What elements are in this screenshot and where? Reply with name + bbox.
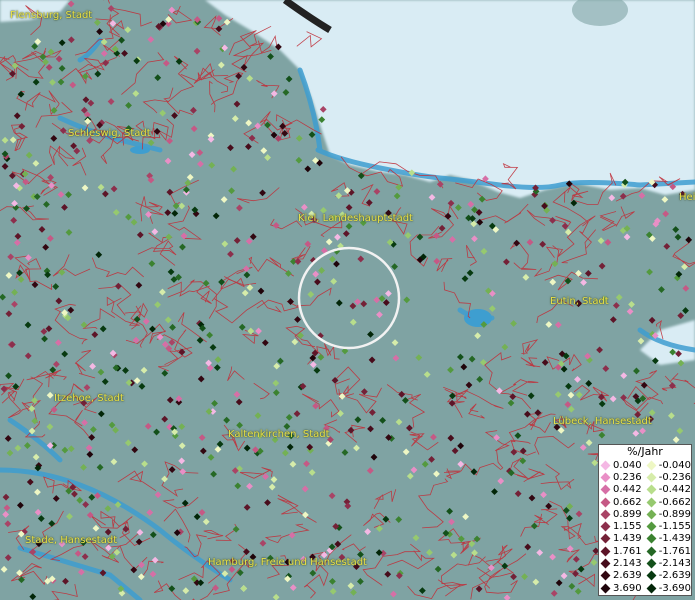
legend-entry: 1.439: [600, 533, 645, 545]
legend-label: 3.690: [613, 582, 642, 594]
legend-swatch: [600, 533, 611, 544]
legend-label: -1.761: [658, 545, 691, 557]
legend-label: -1.439: [658, 533, 691, 545]
legend-swatch: [600, 484, 611, 495]
legend-entry: 0.442: [600, 484, 645, 496]
legend-swatch: [646, 546, 657, 557]
legend-entry: 3.690: [600, 582, 645, 594]
legend-swatch: [646, 570, 657, 581]
legend-title: %/Jahr: [627, 445, 663, 458]
legend-swatch: [600, 460, 611, 471]
place-label: Kiel, Landeshauptstadt: [298, 213, 413, 224]
legend-swatch: [600, 497, 611, 507]
legend-label: -2.143: [658, 558, 691, 570]
legend-entry: 0.236: [600, 471, 645, 483]
legend-swatch: [646, 558, 657, 569]
legend-label: 2.143: [613, 558, 642, 570]
legend-label: 1.439: [613, 533, 642, 545]
legend-entry: 2.639: [600, 570, 645, 582]
legend-label: 0.236: [613, 471, 642, 483]
legend-label: -3.690: [658, 582, 691, 594]
legend-positive-column: 0.040 0.236 0.442 0.662 0.899 1.155 1.439 1.761…: [599, 459, 645, 594]
place-label: Flensburg, Stadt: [10, 10, 93, 21]
place-label: Lübeck, Hansestadt: [553, 416, 652, 427]
place-label: Hei: [679, 192, 695, 203]
legend-entry: -0.899: [646, 508, 691, 520]
legend-label: 1.155: [613, 521, 642, 533]
place-label: Hamburg, Freie und Hansestadt: [208, 557, 367, 568]
lake: [130, 146, 150, 154]
lake: [464, 309, 492, 327]
legend-label: -0.899: [658, 508, 691, 520]
legend-entry: -0.662: [646, 496, 691, 508]
legend-swatch: [646, 533, 657, 544]
legend-entry: -0.442: [646, 484, 691, 496]
legend-label: 0.662: [613, 496, 642, 508]
legend-negative-column: -0.040 -0.236 -0.442 -0.662 -0.899 -1.155 -1.4…: [645, 459, 691, 594]
place-label: Schleswig, Stadt: [68, 128, 151, 139]
map-view[interactable]: Flensburg, Stadt Schleswig, Stadt Kiel, …: [0, 0, 695, 600]
legend-entry: -2.143: [646, 557, 691, 570]
legend-entry: 1.155: [600, 520, 645, 533]
legend-entry: -1.155: [646, 520, 691, 533]
legend-entry: 1.761: [600, 545, 645, 557]
legend-entry: -0.236: [646, 471, 691, 483]
legend-swatch: [646, 497, 657, 507]
legend-label: -2.639: [658, 570, 691, 582]
legend-swatch: [646, 521, 657, 532]
legend-entry: 0.040: [600, 459, 645, 471]
legend-swatch: [600, 509, 611, 520]
legend-label: 0.442: [613, 484, 642, 496]
place-label: Kaltenkirchen, Stadt: [228, 429, 330, 440]
legend-label: -0.040: [658, 459, 691, 471]
legend-swatch: [600, 570, 611, 581]
legend-entry: 0.662: [600, 496, 645, 508]
legend-entry: -3.690: [646, 582, 691, 594]
legend-swatch: [646, 460, 657, 471]
legend-swatch: [646, 583, 657, 594]
legend-label: -0.662: [658, 496, 691, 508]
legend-swatch: [600, 521, 611, 532]
legend-swatch: [646, 509, 657, 520]
legend-label: -1.155: [658, 521, 691, 533]
legend-swatch: [600, 583, 611, 594]
legend-entry: -0.040: [646, 459, 691, 471]
legend-swatch: [600, 558, 611, 569]
legend-entry: 0.899: [600, 508, 645, 520]
legend-entry: -1.761: [646, 545, 691, 557]
legend-label: 0.040: [613, 459, 642, 471]
legend-label: -0.236: [658, 471, 691, 483]
legend-label: -0.442: [658, 484, 691, 496]
place-label: Stade, Hansestadt: [25, 535, 118, 546]
legend-swatch: [646, 472, 657, 483]
legend-entry: -1.439: [646, 533, 691, 545]
legend-label: 1.761: [613, 545, 642, 557]
legend-swatch: [600, 546, 611, 557]
place-label: Itzehoe, Stadt: [54, 393, 124, 404]
legend-label: 2.639: [613, 570, 642, 582]
legend-entry: 2.143: [600, 557, 645, 570]
legend-label: 0.899: [613, 508, 642, 520]
legend-entry: -2.639: [646, 570, 691, 582]
legend-swatch: [646, 484, 657, 495]
legend-swatch: [600, 472, 611, 483]
place-label: Eutin, Stadt: [550, 296, 609, 307]
map-legend: %/Jahr 0.040 0.236 0.442 0.662 0.899 1.155 1.4…: [598, 444, 692, 596]
